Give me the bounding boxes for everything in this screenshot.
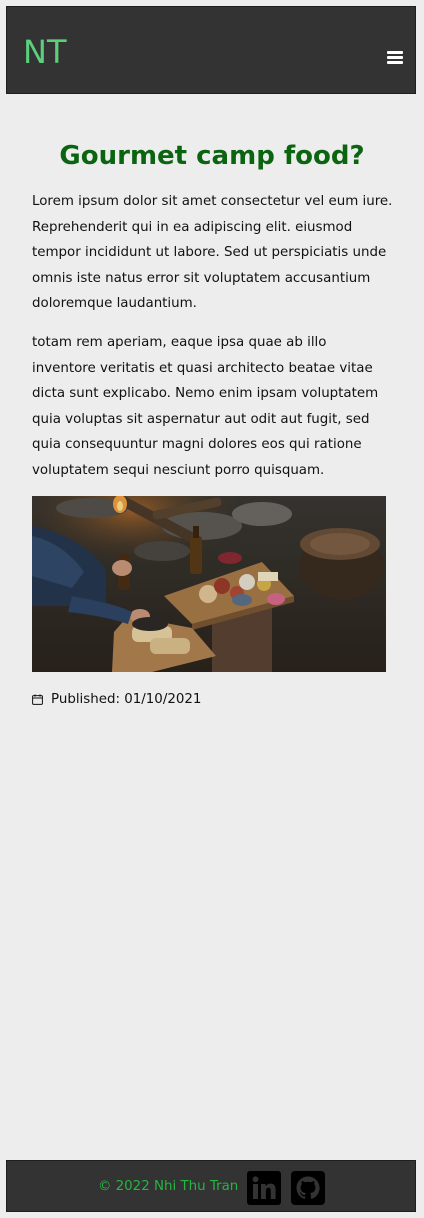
- linkedin-icon[interactable]: [247, 1171, 281, 1205]
- page-title: Gourmet camp food?: [59, 141, 365, 171]
- site-header: NT: [6, 6, 416, 94]
- article-paragraph: Lorem ipsum dolor sit amet consectetur v…: [32, 194, 393, 312]
- hamburger-menu-icon[interactable]: [387, 51, 403, 65]
- github-icon[interactable]: [291, 1171, 325, 1205]
- site-footer: © 2022 Nhi Thu Tran: [6, 1160, 416, 1212]
- copyright-text: © 2022 Nhi Thu Tran: [98, 1179, 239, 1194]
- published-text: Published: 01/10/2021: [51, 691, 202, 707]
- camp-food-photo: [32, 496, 386, 672]
- site-logo[interactable]: NT: [23, 34, 66, 70]
- article-paragraph: totam rem aperiam, eaque ipsa quae ab il…: [32, 335, 379, 478]
- published-date: Published: 01/10/2021: [32, 689, 201, 709]
- calendar-icon: [32, 694, 43, 705]
- page: NT Gourmet camp food? Lorem ipsum dolor …: [0, 0, 424, 1218]
